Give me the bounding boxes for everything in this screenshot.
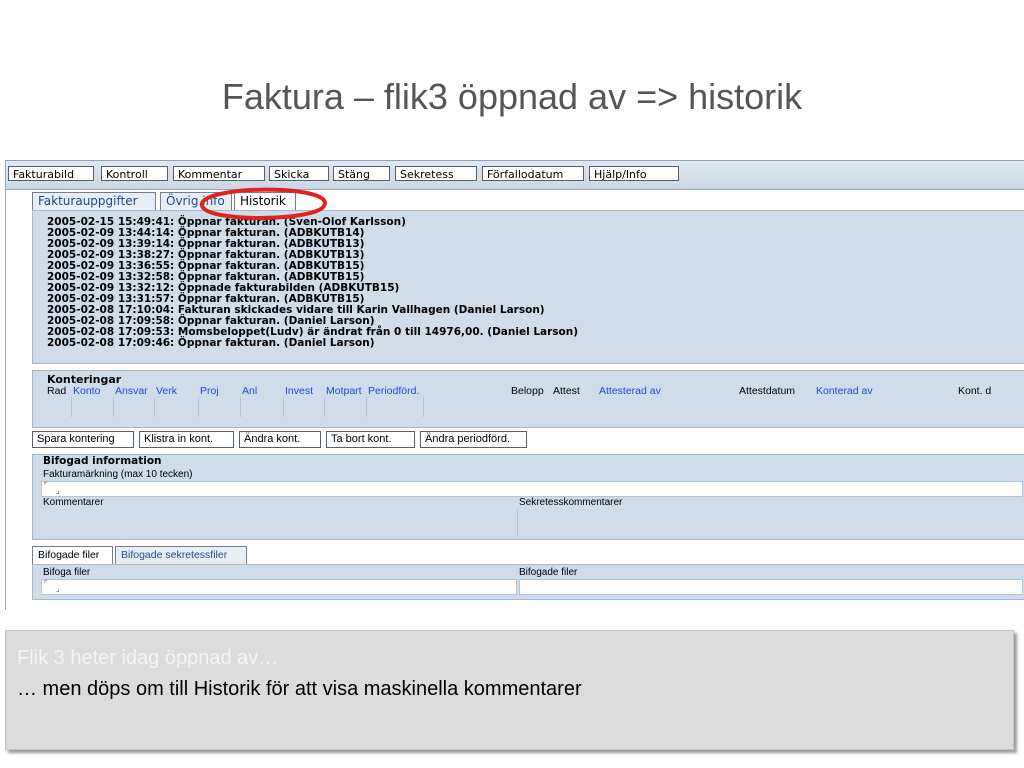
grid-divider	[113, 397, 114, 417]
hjalp-info-button[interactable]: Hjälp/Info	[589, 166, 679, 181]
bifogad-information-panel: Bifogad information Fakturamärkning (max…	[32, 454, 1024, 540]
col-attest: Attest	[553, 385, 580, 397]
speaker-notes: Flik 3 heter idag öppnad av… … men döps …	[5, 630, 1014, 750]
klistra-in-kont-button[interactable]: Klistra in kont.	[139, 431, 234, 448]
col-attesterad-av[interactable]: Attesterad av	[599, 385, 661, 397]
col-invest[interactable]: Invest	[285, 385, 313, 397]
col-verk[interactable]: Verk	[156, 385, 177, 397]
invoice-window: Fakturabild Kontroll Kommentar Skicka St…	[5, 160, 1024, 610]
annotation-ellipse	[199, 187, 327, 220]
note-line-2: … men döps om till Historik för att visa…	[17, 678, 582, 700]
konteringar-panel: Konteringar Rad Konto Ansvar Verk Proj A…	[32, 370, 1024, 428]
col-belopp: Belopp	[511, 385, 544, 397]
kommentarer-label: Kommentarer	[43, 497, 104, 508]
grid-divider	[198, 397, 199, 417]
forfallodatum-button[interactable]: Förfallodatum	[482, 166, 584, 181]
bifoga-filer-label: Bifoga filer	[43, 567, 91, 578]
grid-divider	[423, 397, 424, 417]
resize-grip-icon: ⌟	[56, 486, 60, 495]
ta-bort-kont-button[interactable]: Ta bort kont.	[326, 431, 415, 448]
col-periodford[interactable]: Periodförd.	[368, 385, 419, 397]
grid-divider	[71, 397, 72, 417]
files-panel: Bifoga filer Bifogade filer ⌜ ⌟	[32, 564, 1024, 600]
grid-divider	[283, 397, 284, 417]
grid-divider	[324, 397, 325, 417]
sekretesskommentarer-label: Sekretesskommentarer	[519, 497, 623, 508]
toolbar: Fakturabild Kontroll Kommentar Skicka St…	[6, 160, 1024, 190]
field-divider	[517, 509, 518, 537]
resize-grip-icon: ⌜	[44, 481, 48, 490]
tab-bifogade-sekretessfiler[interactable]: Bifogade sekretessfiler	[115, 546, 247, 564]
andra-kont-button[interactable]: Ändra kont.	[239, 431, 321, 448]
col-rad: Rad	[47, 385, 67, 397]
grid-divider	[154, 397, 155, 417]
col-konto[interactable]: Konto	[73, 385, 100, 397]
resize-grip-icon: ⌜	[44, 579, 48, 588]
history-log: 2005-02-15 15:49:41: Öppnar fakturan. (S…	[32, 210, 1024, 364]
resize-grip-icon: ⌟	[56, 584, 60, 593]
fakturabild-button[interactable]: Fakturabild	[8, 166, 94, 181]
col-anl[interactable]: Anl	[242, 385, 257, 397]
col-kont-d: Kont. d	[958, 385, 992, 397]
col-attestdatum: Attestdatum	[739, 385, 796, 397]
kommentar-button[interactable]: Kommentar	[173, 166, 265, 181]
col-ansvar[interactable]: Ansvar	[115, 385, 148, 397]
grid-divider	[366, 397, 367, 417]
skicka-button[interactable]: Skicka	[269, 166, 329, 181]
sekretess-button[interactable]: Sekretess	[395, 166, 477, 181]
bifogade-filer-label: Bifogade filer	[519, 567, 578, 578]
col-motpart[interactable]: Motpart	[326, 385, 362, 397]
tab-fakturauppgifter[interactable]: Fakturauppgifter	[32, 192, 156, 210]
slide-title: Faktura – flik3 öppnad av => historik	[221, 76, 803, 117]
tab-bifogade-filer[interactable]: Bifogade filer	[32, 546, 113, 564]
bifogad-title: Bifogad information	[43, 455, 162, 467]
col-konterad-av[interactable]: Konterad av	[816, 385, 873, 397]
stang-button[interactable]: Stäng	[333, 166, 390, 181]
kontroll-button[interactable]: Kontroll	[101, 166, 168, 181]
history-line: 2005-02-08 17:09:46: Öppnar fakturan. (D…	[47, 337, 375, 349]
spara-kontering-button[interactable]: Spara kontering	[32, 431, 134, 448]
note-line-1: Flik 3 heter idag öppnad av…	[17, 647, 279, 669]
fakturamarkning-label: Fakturamärkning (max 10 tecken)	[43, 469, 193, 480]
bifogade-filer-list[interactable]	[519, 579, 1023, 595]
col-proj[interactable]: Proj	[200, 385, 219, 397]
bifoga-filer-input[interactable]: ⌜ ⌟	[41, 579, 517, 595]
andra-periodford-button[interactable]: Ändra periodförd.	[420, 431, 527, 448]
fakturamarkning-input[interactable]: ⌜ ⌟	[41, 481, 1023, 497]
grid-divider	[240, 397, 241, 417]
